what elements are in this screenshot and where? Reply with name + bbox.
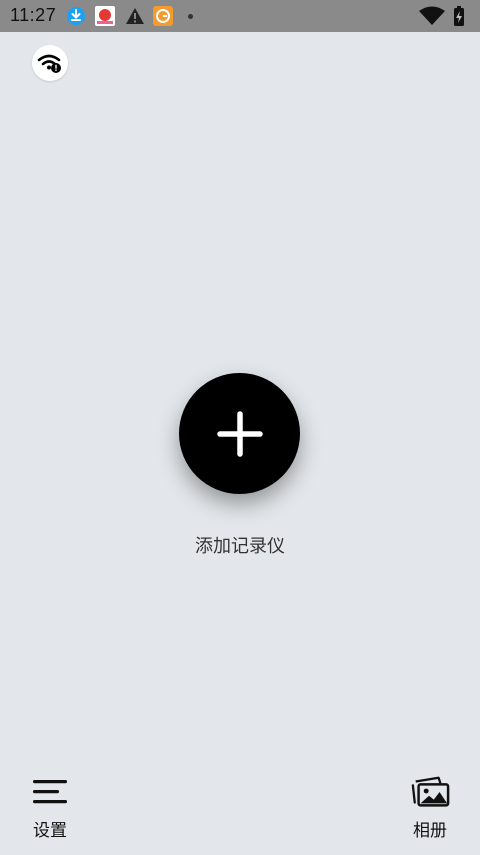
settings-nav-button[interactable]: 设置 (30, 772, 70, 841)
settings-label: 设置 (33, 821, 67, 841)
orange-app-icon (153, 6, 173, 26)
warning-icon (126, 8, 144, 24)
album-nav-button[interactable]: 相册 (410, 772, 450, 841)
status-bar: 11:27 (0, 0, 480, 32)
download-icon (67, 7, 85, 25)
plus-icon (216, 410, 263, 457)
app-screen: 11:27 添加记录仪 设置 相册 (0, 0, 480, 855)
photo-album-icon (410, 772, 450, 812)
menu-icon (30, 772, 70, 812)
add-recorder-button[interactable] (179, 373, 300, 494)
add-recorder-label: 添加记录仪 (195, 536, 285, 557)
red-app-icon (95, 6, 115, 26)
wifi-warning-button[interactable] (32, 45, 68, 81)
battery-charging-icon (454, 6, 464, 26)
more-notifications-dot (188, 14, 193, 19)
album-label: 相册 (413, 821, 447, 841)
status-time: 11:27 (10, 5, 57, 25)
wifi-icon (419, 6, 445, 25)
wifi-warning-icon (37, 54, 61, 73)
